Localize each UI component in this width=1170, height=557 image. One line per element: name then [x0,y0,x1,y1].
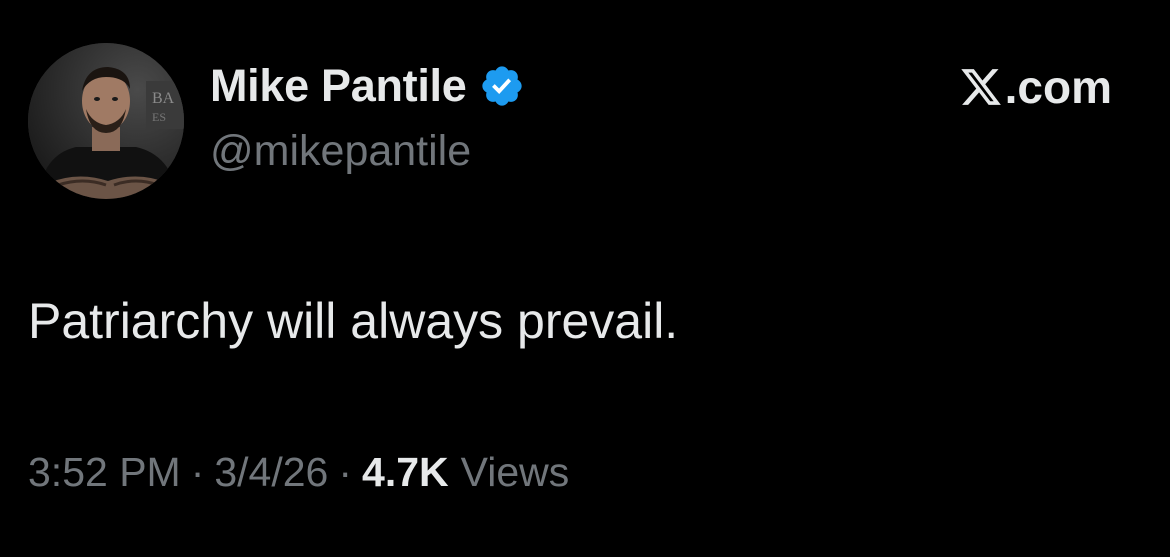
tweet-text: Patriarchy will always prevail. [28,293,679,349]
views-label: Views [460,449,570,495]
views-count: 4.7K [362,449,449,495]
svg-text:ES: ES [152,110,166,124]
x-brand-link[interactable]: .com [959,56,1112,118]
tweet-date[interactable]: 3/4/26 [214,444,328,500]
tweet-card: BA ES Mike Pantile @mikepantile .com Pat… [0,0,1170,557]
tweet-time[interactable]: 3:52 PM [28,444,181,500]
x-logo-icon [960,69,1001,105]
meta-separator: · [190,449,205,495]
author-handle[interactable]: @mikepantile [210,124,471,178]
sign-text: BA [152,90,175,107]
verified-badge-icon[interactable] [479,63,525,109]
brand-suffix: .com [1004,61,1112,113]
display-name[interactable]: Mike Pantile [210,56,467,116]
avatar[interactable]: BA ES [28,43,184,199]
meta-separator: · [338,449,353,495]
author-name-row: Mike Pantile [210,56,525,116]
tweet-meta: 3:52 PM · 3/4/26 · 4.7K Views [28,444,569,500]
profile-photo-icon: BA ES [28,43,184,199]
